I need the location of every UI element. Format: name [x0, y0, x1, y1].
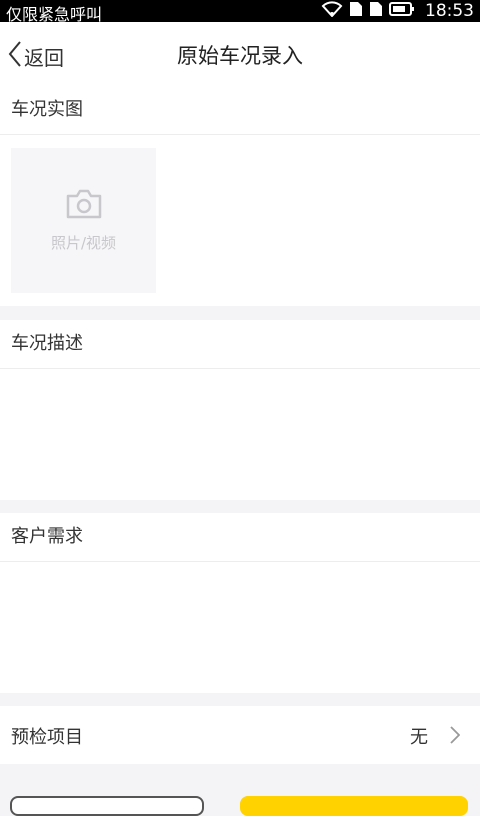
- sim-card-icon: [349, 1, 363, 21]
- add-photo-label: 照片/视频: [50, 234, 117, 252]
- customer-needs-section: 客户需求: [0, 513, 480, 693]
- precheck-label: 预检项目: [11, 727, 83, 748]
- customer-needs-section-title: 客户需求: [0, 513, 480, 562]
- bottom-right-button[interactable]: [240, 796, 468, 816]
- battery-icon: [389, 1, 415, 21]
- back-button[interactable]: 返回: [8, 40, 64, 73]
- chevron-left-icon: [8, 40, 24, 73]
- back-label: 返回: [24, 46, 64, 70]
- photos-section: 车况实图 照片/视频: [0, 86, 480, 306]
- description-input[interactable]: [0, 369, 480, 499]
- customer-needs-input[interactable]: [0, 562, 480, 692]
- add-photo-video-button[interactable]: 照片/视频: [11, 148, 156, 293]
- chevron-right-icon: [450, 726, 461, 748]
- description-section: 车况描述: [0, 320, 480, 500]
- page-title: 原始车况录入: [177, 44, 303, 68]
- precheck-items-row[interactable]: 预检项目 无: [0, 706, 480, 764]
- nav-bar: 返回 原始车况录入: [0, 22, 480, 86]
- camera-icon: [65, 188, 103, 224]
- status-bar: 仅限紧急呼叫 18:53: [0, 0, 480, 24]
- wifi-icon: [321, 1, 343, 21]
- bottom-left-button[interactable]: [10, 796, 204, 816]
- clock: 18:53: [425, 1, 474, 21]
- description-section-title: 车况描述: [0, 320, 480, 369]
- photos-section-title: 车况实图: [0, 86, 480, 135]
- precheck-value: 无: [410, 727, 428, 748]
- sim-card-2-icon: [369, 1, 383, 21]
